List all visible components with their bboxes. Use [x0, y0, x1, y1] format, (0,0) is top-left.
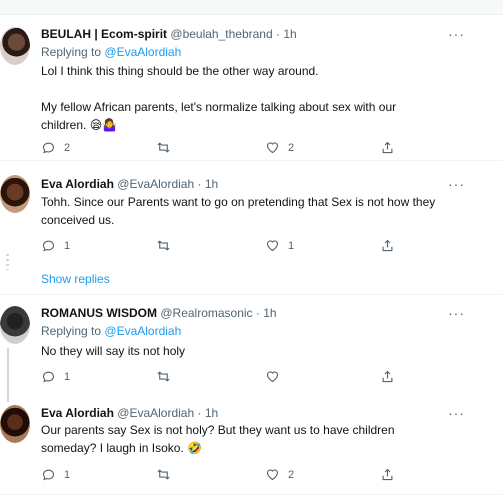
avatar[interactable] — [0, 175, 30, 213]
reply-icon — [42, 142, 55, 154]
author-name[interactable]: Eva Alordiah — [41, 177, 114, 191]
share-button[interactable] — [380, 467, 395, 482]
tweet-text-line: My fellow African parents, let's normali… — [41, 100, 397, 114]
like-button[interactable]: 1 — [265, 238, 294, 253]
reply-button[interactable]: 1 — [41, 238, 70, 253]
reply-count: 1 — [64, 370, 71, 383]
like-count: 2 — [288, 468, 295, 481]
tweet-actions: 2 2 — [41, 140, 401, 156]
tweet-text: Tohh. Since our Parents want to go on pr… — [41, 193, 461, 229]
reply-count: 1 — [64, 239, 71, 252]
reply-count: 2 — [64, 141, 71, 154]
share-button[interactable] — [380, 369, 395, 384]
replying-to: Replying to @EvaAlordiah — [41, 324, 181, 338]
retweet-icon — [157, 371, 170, 382]
tweet-text-line: conceived us. — [41, 213, 115, 227]
share-button[interactable] — [380, 140, 395, 155]
reply-button[interactable]: 1 — [41, 369, 70, 384]
share-icon — [382, 239, 393, 252]
replying-to: Replying to @EvaAlordiah — [41, 45, 181, 59]
retweet-button[interactable] — [156, 238, 179, 253]
like-icon — [266, 469, 279, 481]
like-button[interactable] — [265, 369, 288, 384]
previous-tweet-edge — [0, 0, 503, 15]
author-handle[interactable]: @Realromasonic — [160, 306, 252, 320]
author-handle[interactable]: @beulah_thebrand — [170, 27, 272, 41]
thread-connector — [7, 348, 9, 402]
like-icon — [266, 371, 279, 383]
replying-handle-link[interactable]: @EvaAlordiah — [104, 324, 181, 338]
share-icon — [382, 141, 393, 154]
retweet-button[interactable] — [156, 467, 179, 482]
reply-icon — [42, 240, 55, 252]
share-icon — [382, 468, 393, 481]
tweet-actions: 1 1 — [41, 238, 401, 254]
retweet-button[interactable] — [156, 140, 179, 155]
tweet-text-line: Lol I think this thing should be the oth… — [41, 64, 319, 78]
like-icon — [266, 142, 279, 154]
author-name[interactable]: ROMANUS WISDOM — [41, 306, 157, 320]
reply-icon — [42, 371, 55, 383]
tweet-text-line: Tohh. Since our Parents want to go on pr… — [41, 195, 436, 209]
reply-icon — [42, 469, 55, 481]
tweet-text: Our parents say Sex is not holy? But the… — [41, 421, 461, 457]
tweet-text-line: someday? I laugh in Isoko. 🤣 — [41, 441, 203, 455]
share-icon — [382, 370, 393, 383]
more-icon[interactable]: ··· — [448, 305, 465, 321]
tweet-header: Eva Alordiah @EvaAlordiah · 1h — [41, 177, 218, 191]
tweet-actions: 1 — [41, 369, 401, 385]
more-icon[interactable]: ··· — [448, 405, 465, 421]
tweet-time[interactable]: · 1h — [276, 27, 297, 41]
divider — [0, 160, 503, 161]
author-name[interactable]: BEULAH | Ecom-spirit — [41, 27, 167, 41]
like-count: 1 — [288, 239, 295, 252]
tweet-time[interactable]: · 1h — [198, 406, 219, 420]
author-name[interactable]: Eva Alordiah — [41, 406, 114, 420]
retweet-icon — [157, 469, 170, 480]
show-replies-link[interactable]: Show replies — [41, 272, 110, 286]
reply-button[interactable]: 1 — [41, 467, 70, 482]
tweet-time[interactable]: · 1h — [198, 177, 219, 191]
like-button[interactable]: 2 — [265, 140, 294, 155]
share-button[interactable] — [380, 238, 395, 253]
more-icon[interactable]: ··· — [448, 176, 465, 192]
tweet-time[interactable]: · 1h — [256, 306, 277, 320]
avatar[interactable] — [0, 306, 30, 344]
reply-count: 1 — [64, 468, 71, 481]
divider — [0, 294, 503, 295]
like-button[interactable]: 2 — [265, 467, 294, 482]
like-icon — [266, 240, 279, 252]
author-handle[interactable]: @EvaAlordiah — [117, 406, 194, 420]
tweet-text: No they will say its not holy — [41, 342, 461, 360]
author-handle[interactable]: @EvaAlordiah — [117, 177, 194, 191]
tweet-header: Eva Alordiah @EvaAlordiah · 1h — [41, 406, 218, 420]
thread-connector — [6, 254, 9, 270]
retweet-icon — [157, 142, 170, 153]
reply-button[interactable]: 2 — [41, 140, 70, 155]
avatar[interactable] — [0, 405, 30, 443]
more-icon[interactable]: ··· — [448, 26, 465, 42]
retweet-icon — [157, 240, 170, 251]
tweet-header: BEULAH | Ecom-spirit @beulah_thebrand · … — [41, 27, 297, 41]
retweet-button[interactable] — [156, 369, 179, 384]
divider — [0, 494, 503, 495]
tweet-text-line: Our parents say Sex is not holy? But the… — [41, 423, 395, 437]
tweet-text-line: children. 😪🤷‍♀️ — [41, 118, 118, 132]
tweet-text-line — [41, 80, 461, 98]
replying-prefix: Replying to — [41, 324, 102, 338]
replying-handle-link[interactable]: @EvaAlordiah — [104, 45, 181, 59]
avatar[interactable] — [0, 27, 30, 65]
tweet-header: ROMANUS WISDOM @Realromasonic · 1h — [41, 306, 277, 320]
tweet-actions: 1 2 — [41, 467, 401, 483]
tweet-text: Lol I think this thing should be the oth… — [41, 62, 461, 134]
replying-prefix: Replying to — [41, 45, 102, 59]
tweet-text-line: No they will say its not holy — [41, 344, 186, 358]
like-count: 2 — [288, 141, 295, 154]
